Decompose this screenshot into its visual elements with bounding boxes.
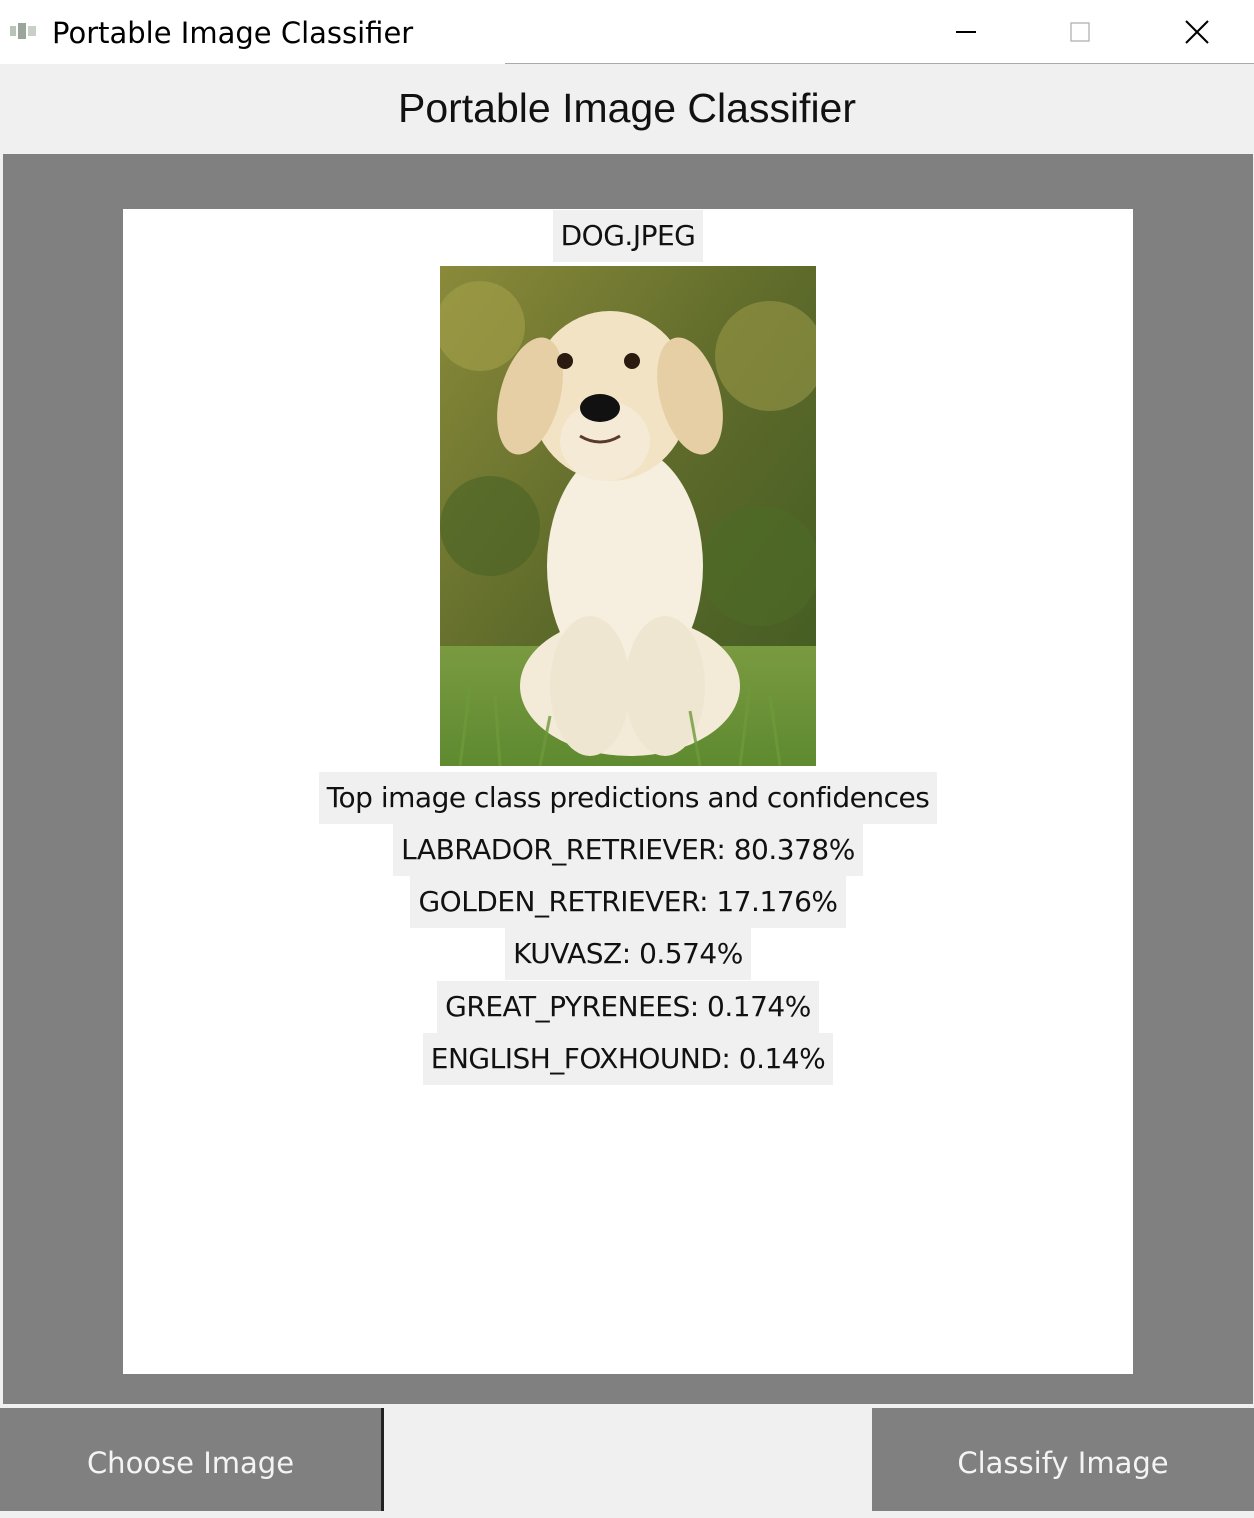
prediction-item-2: GOLDEN_RETRIEVER: 17.176% (410, 876, 846, 928)
prediction-row: LABRADOR_RETRIEVER: 80.378% (123, 824, 1133, 876)
predictions-heading-row: Top image class predictions and confiden… (123, 772, 1133, 824)
minimize-button[interactable] (909, 0, 1023, 64)
window-title: Portable Image Classifier (52, 16, 414, 50)
prediction-row: ENGLISH_FOXHOUND: 0.14% (123, 1033, 1133, 1085)
window-titlebar: Portable Image Classifier (0, 0, 1254, 64)
close-button[interactable] (1140, 0, 1254, 64)
prediction-item-4: GREAT_PYRENEES: 0.174% (437, 981, 819, 1033)
prediction-row: GOLDEN_RETRIEVER: 17.176% (123, 876, 1133, 928)
classify-image-button[interactable]: Classify Image (872, 1408, 1254, 1511)
app-icon (10, 23, 36, 39)
minimize-icon (956, 31, 976, 33)
filename-label-row: DOG.JPEG (123, 210, 1133, 262)
maximize-button[interactable] (1023, 0, 1137, 64)
choose-image-button[interactable]: Choose Image (0, 1408, 384, 1511)
app-heading: Portable Image Classifier (397, 85, 857, 131)
close-icon (1185, 20, 1209, 44)
prediction-item-1: LABRADOR_RETRIEVER: 80.378% (393, 824, 863, 876)
filename-label: DOG.JPEG (552, 210, 704, 262)
prediction-item-5: ENGLISH_FOXHOUND: 0.14% (422, 1033, 834, 1085)
maximize-icon (1070, 22, 1090, 42)
predictions-heading: Top image class predictions and confiden… (318, 772, 938, 824)
prediction-row: GREAT_PYRENEES: 0.174% (123, 981, 1133, 1033)
prediction-item-3: KUVASZ: 0.574% (505, 928, 751, 980)
image-frame: DOG.JPEG Top image class predictions and… (3, 154, 1253, 1404)
result-panel: DOG.JPEG Top image class predictions and… (123, 209, 1133, 1374)
dog-photo (440, 266, 816, 766)
prediction-row: KUVASZ: 0.574% (123, 928, 1133, 980)
